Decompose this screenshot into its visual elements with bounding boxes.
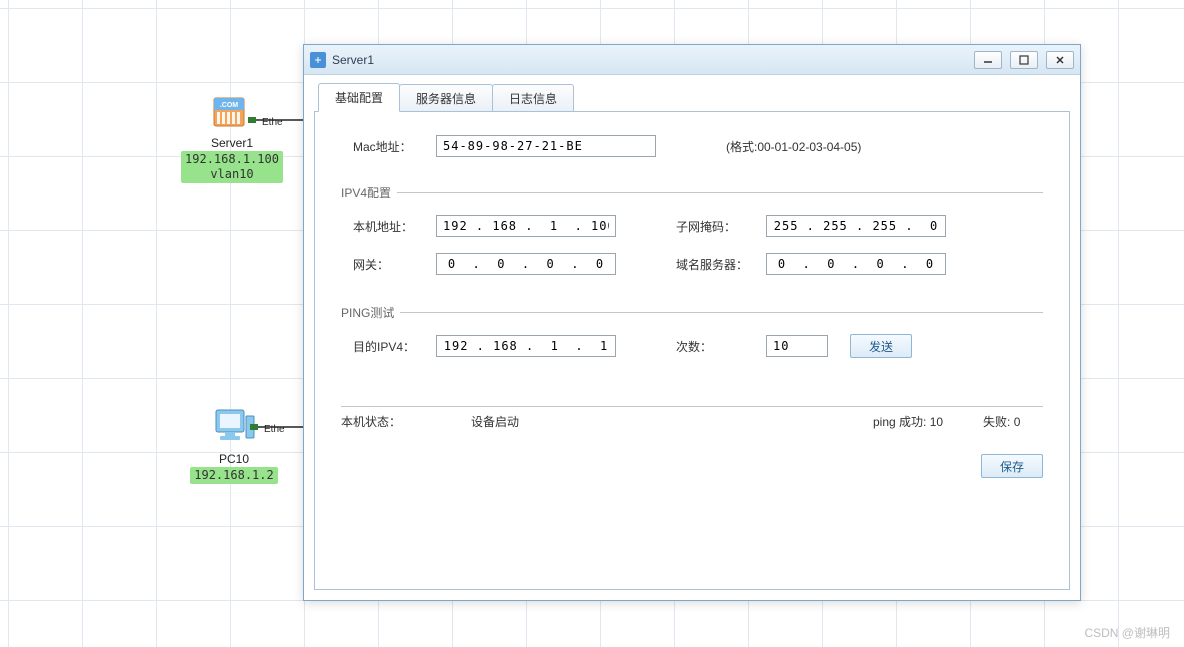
device-pc10[interactable]: PC10 192.168.1.2 (176, 406, 292, 484)
ping-count-input[interactable] (766, 335, 828, 357)
device-pc10-label: PC10 (176, 452, 292, 466)
status-value: 设备启动 (471, 413, 873, 430)
status-label: 本机状态： (341, 413, 471, 430)
mac-label: Mac地址： (341, 138, 436, 155)
local-ip-input[interactable] (436, 215, 616, 237)
app-icon (310, 52, 326, 68)
watermark: CSDN @谢琳明 (1084, 624, 1170, 641)
server1-config-dialog: Server1 基础配置 服务器信息 日志信息 Mac地址： (格式:00-01… (303, 44, 1081, 601)
dialog-titlebar[interactable]: Server1 (304, 45, 1080, 75)
ping-send-button[interactable]: 发送 (850, 334, 912, 358)
tab-server-info[interactable]: 服务器信息 (399, 84, 493, 113)
ping-target-label: 目的IPV4： (341, 338, 436, 355)
device-server1-info: 192.168.1.100 vlan10 (181, 151, 283, 183)
device-server1-label: Server1 (174, 136, 290, 150)
device-server1[interactable]: .COM Server1 192.168.1.100 vlan10 (174, 90, 290, 183)
dns-label: 域名服务器： (676, 256, 766, 273)
server-icon: .COM (208, 90, 256, 134)
subnet-mask-input[interactable] (766, 215, 946, 237)
device-pc10-info: 192.168.1.2 (190, 467, 277, 484)
svg-text:.COM: .COM (220, 102, 238, 109)
group-ping: PING测试 (341, 302, 1043, 322)
save-button[interactable]: 保存 (981, 454, 1043, 478)
close-button[interactable] (1046, 51, 1074, 69)
minimize-button[interactable] (974, 51, 1002, 69)
ping-fail: 失败: 0 (983, 413, 1043, 430)
subnet-mask-label: 子网掩码： (676, 218, 766, 235)
local-ip-label: 本机地址： (341, 218, 436, 235)
dialog-title: Server1 (332, 53, 374, 67)
link-server1 (248, 116, 308, 124)
tab-log-info[interactable]: 日志信息 (492, 84, 574, 113)
ping-success: ping 成功: 10 (873, 413, 983, 430)
link-pc10 (250, 423, 310, 431)
ping-target-input[interactable] (436, 335, 616, 357)
ping-count-label: 次数： (676, 338, 766, 355)
panel-basic-config: Mac地址： (格式:00-01-02-03-04-05) IPV4配置 本机地… (314, 111, 1070, 590)
gateway-input[interactable] (436, 253, 616, 275)
gateway-label: 网关： (341, 256, 436, 273)
mac-hint: (格式:00-01-02-03-04-05) (726, 138, 861, 155)
tab-basic-config[interactable]: 基础配置 (318, 83, 400, 112)
dns-input[interactable] (766, 253, 946, 275)
mac-input[interactable] (436, 135, 656, 157)
maximize-button[interactable] (1010, 51, 1038, 69)
dialog-tabs: 基础配置 服务器信息 日志信息 (318, 83, 1070, 112)
group-ipv4: IPV4配置 (341, 182, 1043, 202)
